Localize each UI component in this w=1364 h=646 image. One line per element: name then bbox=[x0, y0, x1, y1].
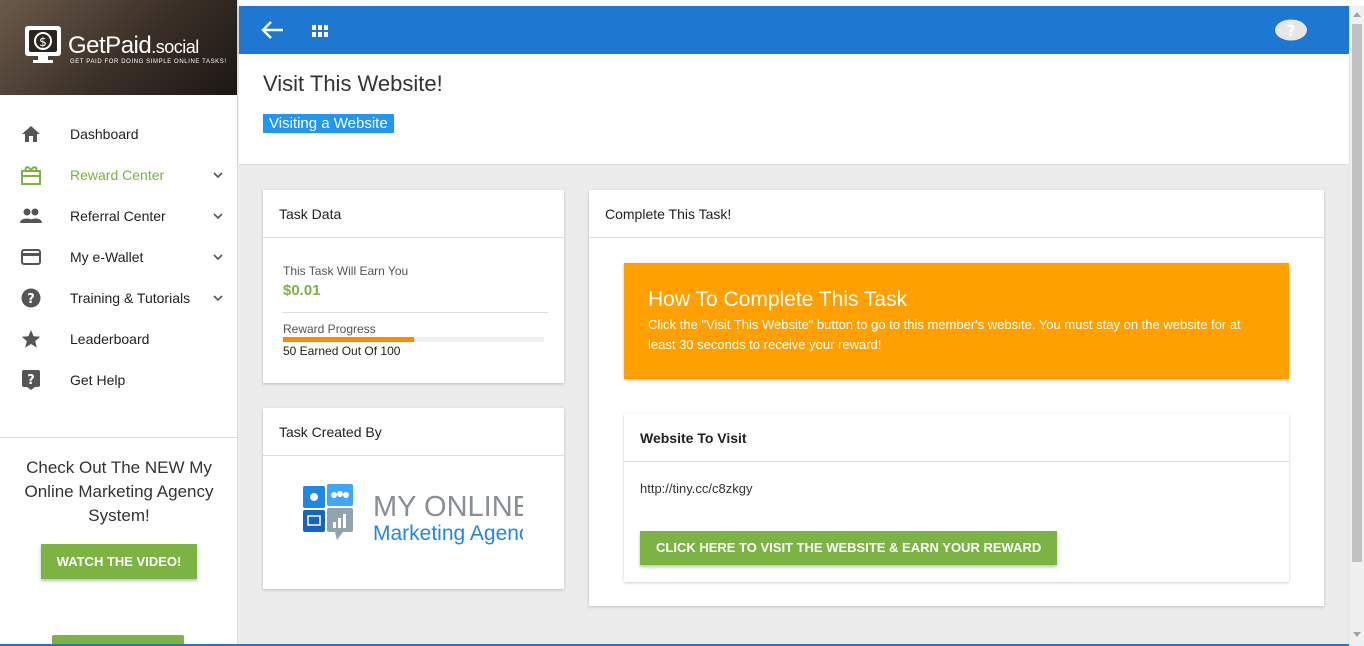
sidebar-item-label: Referral Center bbox=[70, 207, 166, 224]
instructions-panel: How To Complete This Task Click the "Vis… bbox=[624, 263, 1289, 379]
earn-value: $0.01 bbox=[283, 282, 321, 299]
chevron-down-icon bbox=[213, 171, 223, 178]
svg-text:?: ? bbox=[27, 292, 35, 307]
scrollbar[interactable] bbox=[1349, 6, 1364, 646]
scroll-down-icon[interactable] bbox=[1353, 632, 1361, 637]
progress-label: Reward Progress bbox=[283, 322, 376, 336]
sidebar-item-e-wallet[interactable]: My e-Wallet bbox=[0, 236, 237, 277]
scrollbar-thumb[interactable] bbox=[1352, 24, 1362, 562]
divider bbox=[283, 312, 548, 313]
sidebar-item-label: Dashboard bbox=[70, 125, 139, 142]
agency-logo-icon bbox=[303, 484, 353, 540]
brand-tagline: GET PAID FOR DOING SIMPLE ONLINE TASKS! bbox=[70, 59, 227, 65]
sidebar-item-dashboard[interactable]: Dashboard bbox=[0, 113, 237, 154]
card-title: Complete This Task! bbox=[589, 190, 1324, 238]
sidebar-item-label: Get Help bbox=[70, 371, 126, 388]
brand-name: GetPaid.social bbox=[68, 32, 199, 59]
brand-suffix: .social bbox=[151, 37, 199, 57]
scroll-up-icon[interactable] bbox=[1353, 12, 1361, 17]
task-type-badge: Visiting a Website bbox=[263, 114, 394, 133]
card-title: Website To Visit bbox=[624, 414, 1289, 462]
help-box-icon: ? bbox=[20, 369, 42, 391]
instructions-title: How To Complete This Task bbox=[648, 288, 908, 311]
help-bubble-icon[interactable]: ? bbox=[1274, 19, 1308, 41]
website-to-visit-card: Website To Visit http://tiny.cc/c8zkgy C… bbox=[624, 414, 1289, 582]
chevron-down-icon bbox=[213, 294, 223, 301]
gift-icon bbox=[20, 164, 42, 186]
creator-logo-line2: Marketing Agency bbox=[373, 522, 523, 545]
creator-logo[interactable]: MY ONLINE Marketing Agency bbox=[303, 482, 523, 554]
svg-text:?: ? bbox=[1286, 21, 1295, 40]
complete-task-card: Complete This Task! How To Complete This… bbox=[589, 190, 1324, 606]
task-creator-card: Task Created By MY ONLINE Marketing Agen… bbox=[263, 408, 564, 589]
home-icon bbox=[20, 123, 42, 145]
sidebar-item-training[interactable]: ? Training & Tutorials bbox=[0, 277, 237, 318]
sidebar-item-get-help[interactable]: ? Get Help bbox=[0, 359, 237, 400]
sidebar-item-label: Training & Tutorials bbox=[70, 289, 191, 306]
sidebar: $ GetPaid.social GET PAID FOR DOING SIMP… bbox=[0, 0, 238, 646]
chevron-down-icon bbox=[213, 253, 223, 260]
sidebar-item-label: My e-Wallet bbox=[70, 248, 144, 265]
page-title: Visit This Website! bbox=[263, 71, 443, 96]
card-title: Task Created By bbox=[263, 408, 564, 456]
help-circle-icon: ? bbox=[20, 287, 42, 309]
page-header: Visit This Website! Visiting a Website bbox=[239, 54, 1349, 165]
progress-bar bbox=[283, 337, 544, 342]
instructions-text: Click the "Visit This Website" button to… bbox=[648, 317, 1241, 352]
progress-text: 50 Earned Out Of 100 bbox=[283, 344, 401, 358]
star-icon bbox=[20, 328, 42, 350]
sidebar-item-leaderboard[interactable]: Leaderboard bbox=[0, 318, 237, 359]
sidebar-item-reward-center[interactable]: Reward Center bbox=[0, 154, 237, 195]
promo-text: Check Out The NEW My Online Marketing Ag… bbox=[24, 458, 214, 525]
top-bar: ? bbox=[239, 6, 1349, 54]
logo[interactable]: $ GetPaid.social GET PAID FOR DOING SIMP… bbox=[0, 0, 237, 95]
grid-icon[interactable] bbox=[312, 25, 328, 37]
app-root: $ GetPaid.social GET PAID FOR DOING SIMP… bbox=[0, 0, 1364, 646]
visit-website-button[interactable]: CLICK HERE TO VISIT THE WEBSITE & EARN Y… bbox=[640, 531, 1058, 565]
svg-text:?: ? bbox=[27, 373, 35, 388]
watch-video-button[interactable]: WATCH THE VIDEO! bbox=[40, 544, 198, 579]
promo-panel: Check Out The NEW My Online Marketing Ag… bbox=[0, 437, 237, 579]
sidebar-item-label: Leaderboard bbox=[70, 330, 150, 347]
credit-card-icon bbox=[20, 246, 42, 268]
svg-text:$: $ bbox=[39, 35, 47, 49]
card-title: Task Data bbox=[263, 190, 564, 238]
sidebar-item-referral-center[interactable]: Referral Center bbox=[0, 195, 237, 236]
sidebar-nav: Dashboard Reward Center Referral Center bbox=[0, 95, 237, 400]
website-url[interactable]: http://tiny.cc/c8zkgy bbox=[640, 481, 752, 496]
monitor-dollar-icon: $ bbox=[25, 26, 61, 63]
chevron-down-icon bbox=[213, 212, 223, 219]
progress-bar-fill bbox=[283, 337, 414, 342]
arrow-left-icon[interactable] bbox=[261, 20, 285, 40]
task-data-card: Task Data This Task Will Earn You $0.01 … bbox=[263, 190, 564, 383]
earn-label: This Task Will Earn You bbox=[283, 264, 409, 278]
people-icon bbox=[20, 205, 42, 227]
creator-logo-line1: MY ONLINE bbox=[373, 491, 523, 523]
sidebar-item-label: Reward Center bbox=[70, 166, 165, 183]
